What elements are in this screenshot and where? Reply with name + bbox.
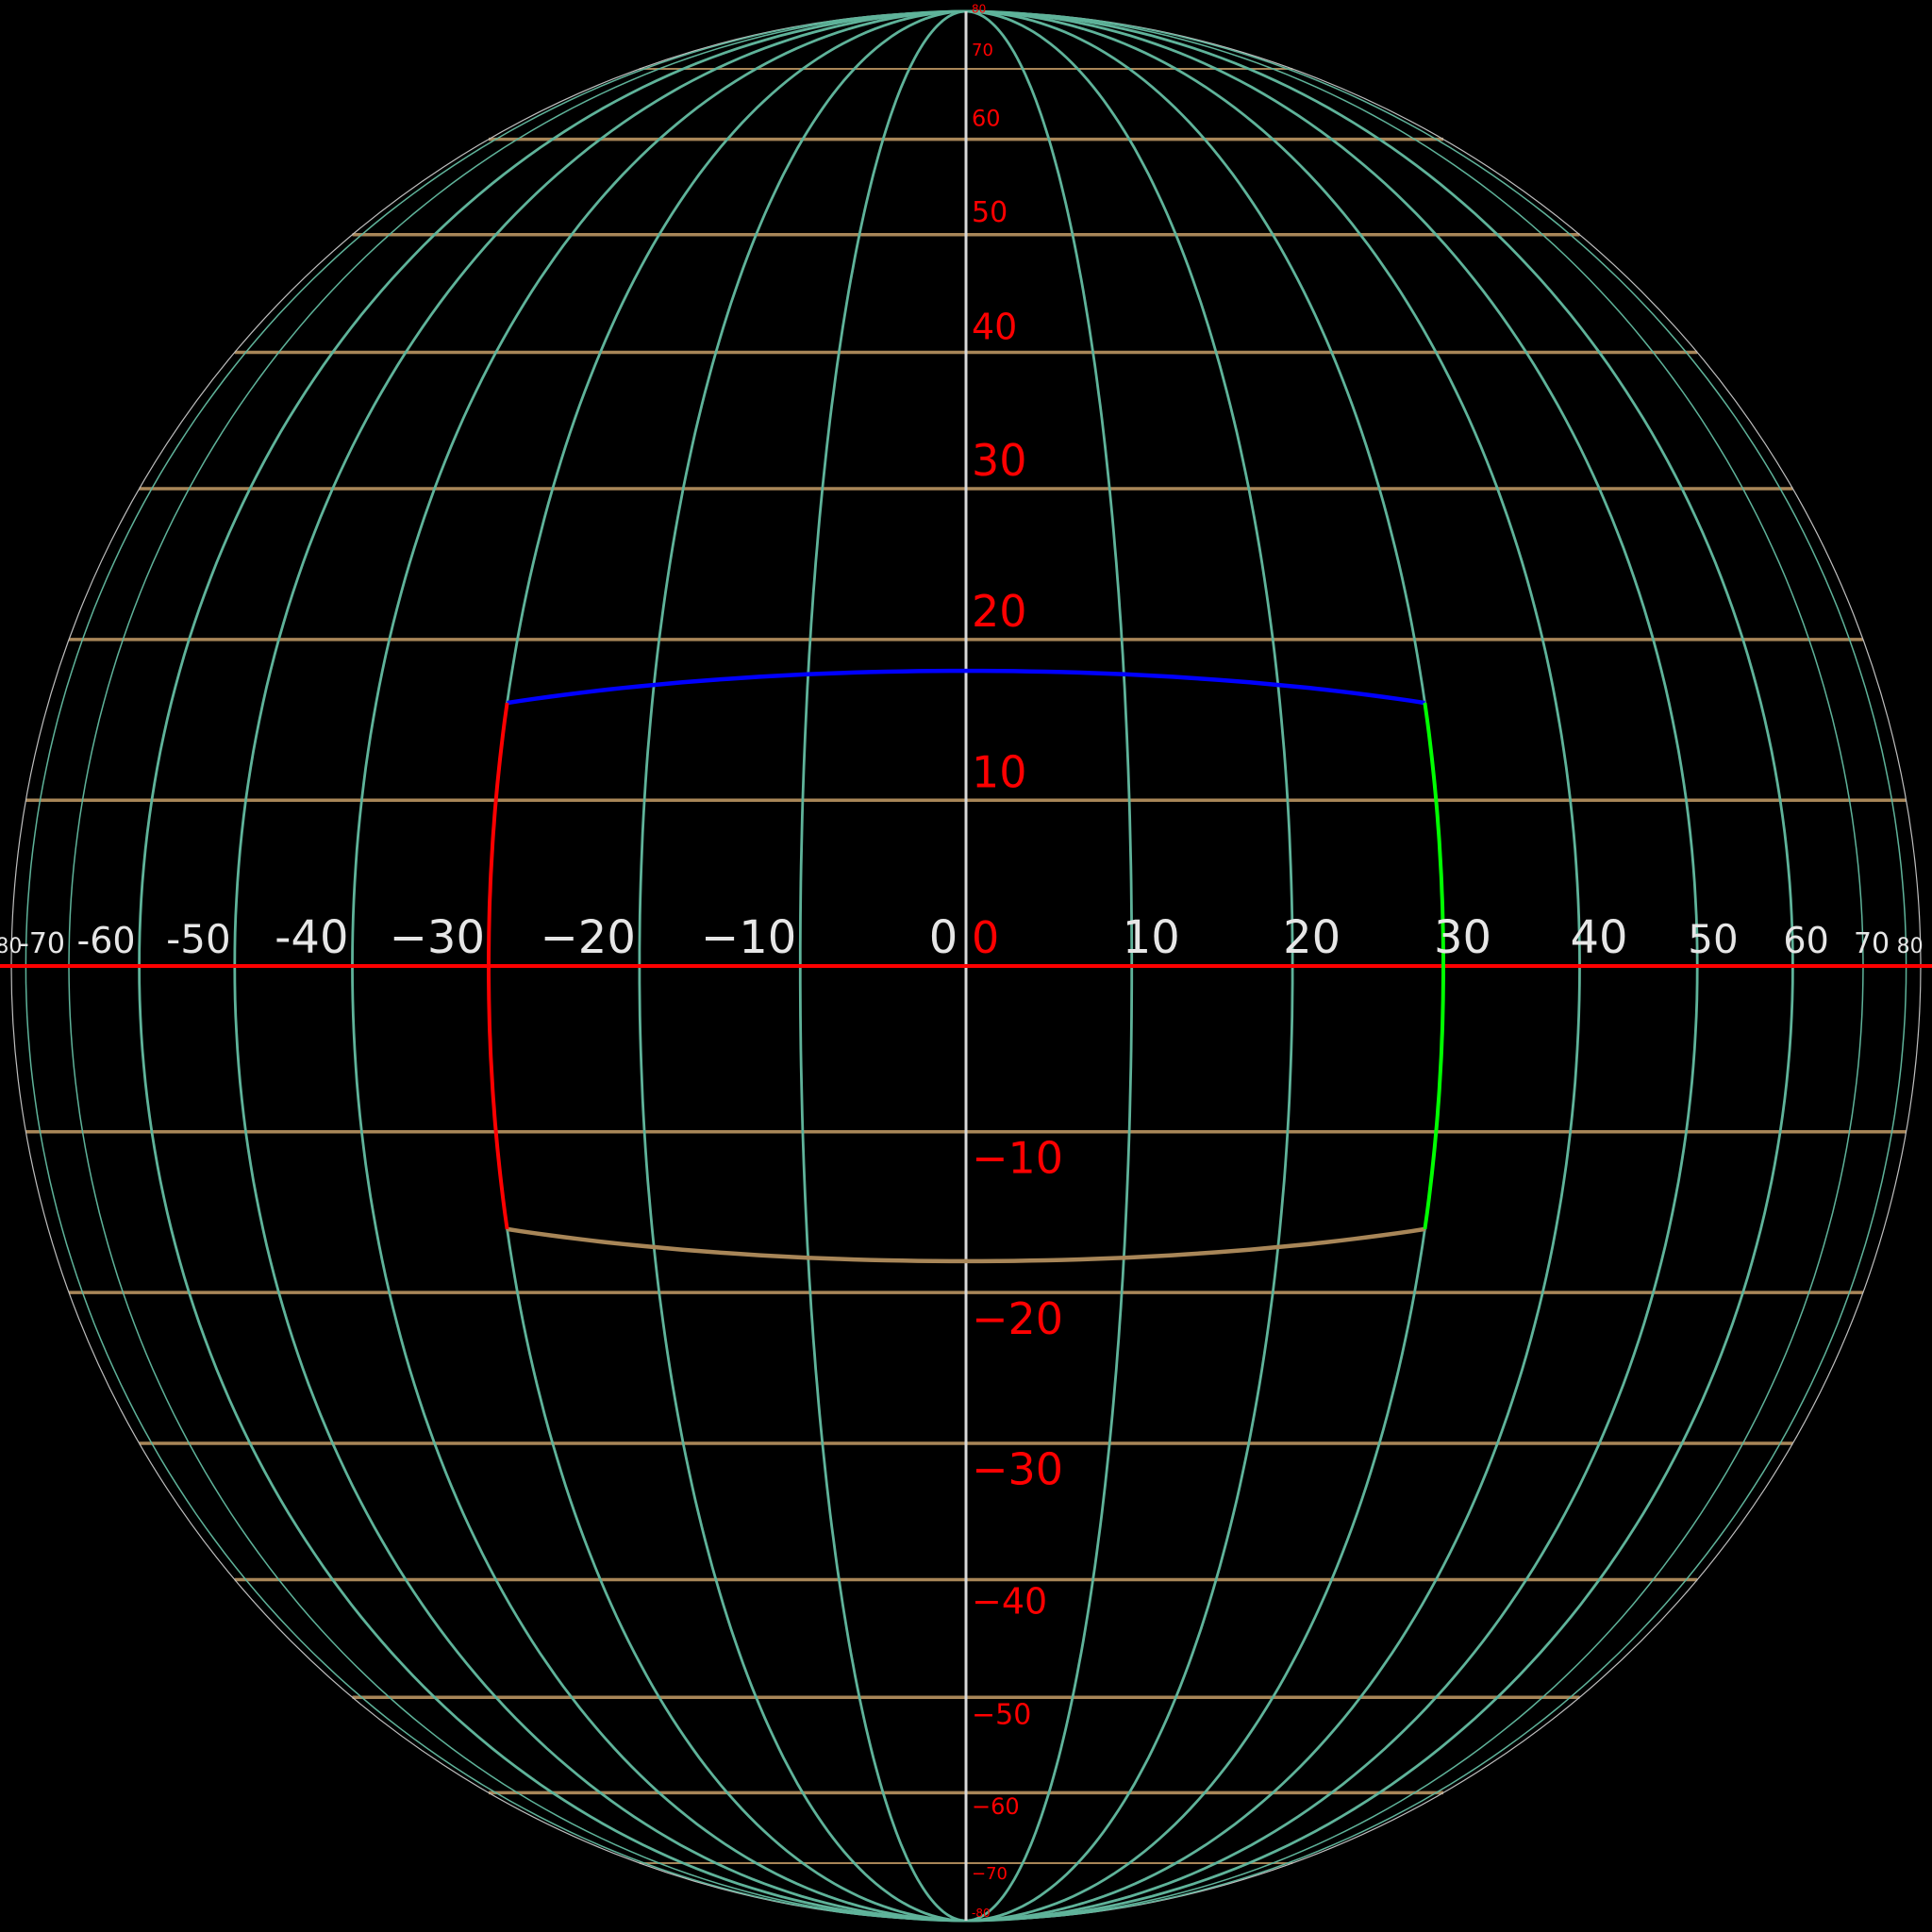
latitude-label: 50: [972, 196, 1008, 229]
longitude-label: 20: [1283, 911, 1341, 964]
globe-projection-diagram: -80 -70 -60 -50 -40 −30 −20 −10 0 10 20 30 40 50 60 70 8…: [0, 0, 1932, 1932]
longitude-label: 70: [1854, 927, 1890, 960]
longitude-label: 30: [1434, 911, 1491, 964]
latitude-label: −60: [972, 1793, 1020, 1820]
longitude-label: -60: [77, 920, 136, 961]
graticule-canvas: -80 -70 -60 -50 -40 −30 −20 −10 0 10 20 30 40 50 60 70 8…: [0, 0, 1932, 1932]
latitude-label: −20: [972, 1293, 1063, 1344]
latitude-label: 0: [972, 912, 999, 963]
longitude-label: 0: [929, 911, 958, 964]
latitude-label: 20: [972, 586, 1027, 637]
latitude-label: −40: [972, 1581, 1047, 1623]
latitude-label: 70: [972, 41, 993, 60]
longitude-label: -70: [19, 927, 65, 960]
latitude-label: −10: [972, 1132, 1063, 1183]
latitude-label: 60: [972, 106, 1001, 132]
latitude-label: −30: [972, 1444, 1063, 1495]
longitude-label: -50: [166, 916, 231, 962]
latitude-label: −70: [972, 1864, 1008, 1884]
latitude-label: -80: [972, 1907, 991, 1920]
longitude-label: −20: [541, 911, 636, 964]
latitude-label: 10: [972, 746, 1027, 797]
longitude-label: -40: [275, 911, 348, 964]
longitude-label: 50: [1688, 916, 1738, 962]
latitude-label: 80: [972, 2, 986, 15]
longitude-label: 80: [1897, 935, 1924, 958]
longitude-label: 40: [1571, 911, 1628, 964]
latitude-label: −50: [972, 1699, 1031, 1732]
longitude-label: 60: [1783, 920, 1828, 961]
latitude-label: 40: [972, 306, 1017, 347]
longitude-label: 10: [1123, 911, 1180, 964]
longitude-label: −10: [701, 911, 796, 964]
latitude-label: 30: [972, 435, 1027, 486]
longitude-label: −30: [390, 911, 485, 964]
